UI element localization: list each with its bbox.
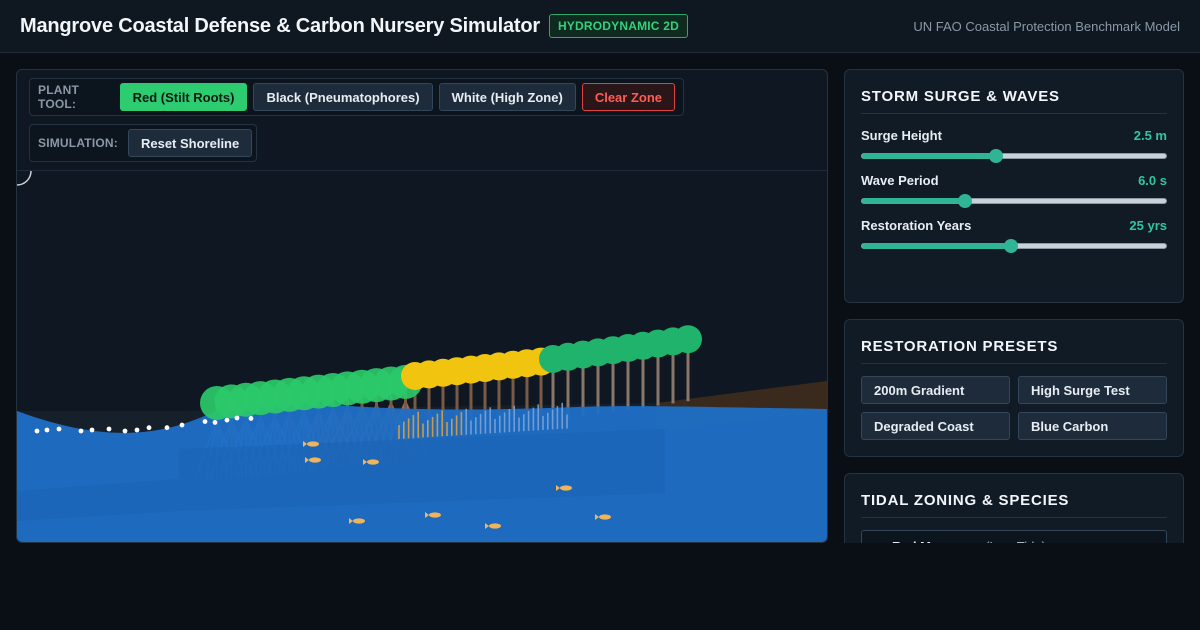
slider-fill — [862, 243, 1011, 249]
wave-period-value: 6.0 s — [1138, 173, 1167, 188]
foam-bubble — [122, 428, 128, 434]
white-mangrove-tool-button[interactable]: White (High Zone) — [438, 83, 576, 111]
wave-period-label: Wave Period — [861, 173, 939, 188]
slider-thumb[interactable] — [958, 194, 973, 208]
foam-bubble — [224, 417, 230, 423]
corner-handle-icon — [17, 171, 32, 186]
storm-surge-card: STORM SURGE & WAVES Surge Height 2.5 m Wav… — [844, 69, 1184, 303]
foam-bubble — [78, 428, 84, 434]
restoration-years-value: 25 yrs — [1129, 218, 1167, 233]
reset-shoreline-button[interactable]: Reset Shoreline — [127, 129, 253, 157]
foam-bubble — [202, 419, 208, 424]
fish — [599, 514, 611, 520]
fish — [309, 457, 321, 463]
simulation-label: SIMULATION: — [38, 136, 118, 150]
viewport-bottom — [0, 543, 1200, 630]
fish — [429, 512, 441, 518]
slider-fill — [862, 198, 966, 204]
preset-degraded-coast-button[interactable]: Degraded Coast — [861, 412, 1010, 440]
foam-bubble — [179, 422, 185, 428]
restoration-presets-card: RESTORATION PRESETS 200m Gradient High S… — [844, 319, 1184, 457]
app-header: Mangrove Coastal Defense & Carbon Nurser… — [0, 0, 1200, 53]
surge-height-value: 2.5 m — [1133, 128, 1167, 143]
foam-bubble — [34, 428, 40, 434]
benchmark-label: UN FAO Coastal Protection Benchmark Mode… — [913, 18, 1180, 34]
white-mangrove-canopy — [674, 325, 702, 354]
fish — [560, 485, 572, 491]
fish — [367, 459, 379, 465]
slider-thumb[interactable] — [988, 149, 1003, 163]
slider-fill — [862, 153, 996, 159]
restoration-years-row: Restoration Years 25 yrs — [861, 218, 1167, 253]
slider-head: Restoration Years 25 yrs — [861, 218, 1167, 233]
app-title: Mangrove Coastal Defense & Carbon Nurser… — [20, 14, 540, 37]
slider-thumb[interactable] — [1003, 239, 1018, 253]
foam-bubble — [164, 425, 170, 431]
slider-head: Surge Height 2.5 m — [861, 128, 1167, 143]
foam-bubble — [106, 426, 112, 432]
preset-gradient-button[interactable]: 200m Gradient — [861, 376, 1010, 404]
storm-card-title: STORM SURGE & WAVES — [861, 70, 1167, 114]
simulation-group: SIMULATION: Reset Shoreline — [29, 124, 257, 162]
foam-bubble — [89, 427, 95, 433]
foam-bubble — [234, 415, 240, 421]
clear-zone-button[interactable]: Clear Zone — [581, 83, 675, 111]
surge-height-label: Surge Height — [861, 128, 942, 143]
toolbar: PLANT TOOL: Red (Stilt Roots) Black (Pne… — [17, 70, 827, 171]
foam-bubble — [44, 427, 50, 433]
fish — [353, 518, 365, 524]
black-mangrove-tool-button[interactable]: Black (Pneumatophores) — [253, 83, 433, 111]
mode-badge: HYDRODYNAMIC 2D — [548, 14, 688, 38]
restoration-years-slider[interactable] — [861, 239, 1167, 253]
shoreline-canvas[interactable] — [17, 171, 827, 543]
plant-tool-group: PLANT TOOL: Red (Stilt Roots) Black (Pne… — [29, 78, 684, 116]
zoning-card-title: TIDAL ZONING & SPECIES — [861, 474, 1167, 518]
surge-height-slider[interactable] — [861, 149, 1167, 163]
red-mangrove-tool-button[interactable]: Red (Stilt Roots) — [119, 83, 248, 111]
preset-grid: 200m Gradient High Surge Test Degraded C… — [861, 376, 1167, 440]
preset-blue-carbon-button[interactable]: Blue Carbon — [1018, 412, 1167, 440]
fish — [489, 523, 501, 529]
presets-card-title: RESTORATION PRESETS — [861, 320, 1167, 364]
restoration-years-label: Restoration Years — [861, 218, 972, 233]
simulation-panel: PLANT TOOL: Red (Stilt Roots) Black (Pne… — [16, 69, 828, 543]
surge-height-row: Surge Height 2.5 m — [861, 128, 1167, 163]
wave-period-row: Wave Period 6.0 s — [861, 173, 1167, 208]
fish — [307, 441, 319, 447]
wave-period-slider[interactable] — [861, 194, 1167, 208]
foam-bubble — [56, 426, 62, 432]
plant-tool-label: PLANT TOOL: — [38, 83, 79, 111]
foam-bubble — [134, 427, 140, 433]
foam-bubble — [146, 425, 152, 431]
preset-high-surge-button[interactable]: High Surge Test — [1018, 376, 1167, 404]
shoreline-scene[interactable] — [17, 171, 827, 543]
slider-head: Wave Period 6.0 s — [861, 173, 1167, 188]
foam-bubble — [212, 420, 218, 425]
foam-bubble — [248, 416, 254, 421]
